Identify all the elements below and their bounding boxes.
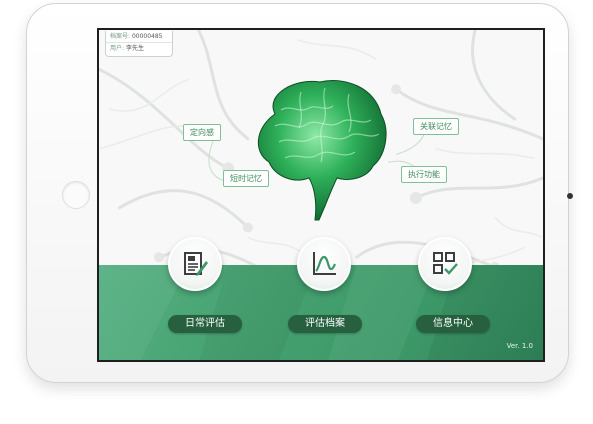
line-chart-icon	[313, 252, 336, 275]
assessment-records-button[interactable]: 评估档案	[288, 315, 362, 333]
app-screen: 档案号: 00000485 用户: 李先生 定向感 短时记忆 关联记忆 执行功能…	[97, 28, 545, 362]
assessment-records-icon-button[interactable]	[297, 237, 351, 291]
account-info-card: 档案号: 00000485 用户: 李先生	[105, 31, 173, 57]
user-row: 用户: 李先生	[106, 42, 172, 54]
grid-check-icon	[433, 252, 458, 275]
camera-icon	[567, 193, 573, 199]
user-value: 李先生	[125, 45, 144, 52]
info-center-icon-button[interactable]	[418, 237, 472, 291]
info-center-button[interactable]: 信息中心	[416, 315, 490, 333]
file-number-value: 00000485	[131, 33, 163, 40]
tag-short-term-memory[interactable]: 短时记忆	[223, 170, 269, 187]
document-edit-icon	[184, 252, 208, 276]
daily-assessment-button[interactable]: 日常评估	[168, 315, 242, 333]
file-number-row: 档案号: 00000485	[106, 31, 172, 42]
tag-associative-memory[interactable]: 关联记忆	[413, 118, 459, 135]
version-label: Ver. 1.0	[506, 342, 533, 350]
home-button[interactable]	[62, 181, 90, 209]
daily-assessment-icon-button[interactable]	[168, 237, 222, 291]
tag-executive-function[interactable]: 执行功能	[401, 166, 447, 183]
tablet-frame: 档案号: 00000485 用户: 李先生 定向感 短时记忆 关联记忆 执行功能…	[26, 3, 573, 383]
file-number-label: 档案号:	[110, 33, 131, 40]
tag-orientation[interactable]: 定向感	[183, 124, 221, 141]
user-label: 用户:	[110, 45, 125, 52]
brain-illustration	[257, 80, 387, 221]
